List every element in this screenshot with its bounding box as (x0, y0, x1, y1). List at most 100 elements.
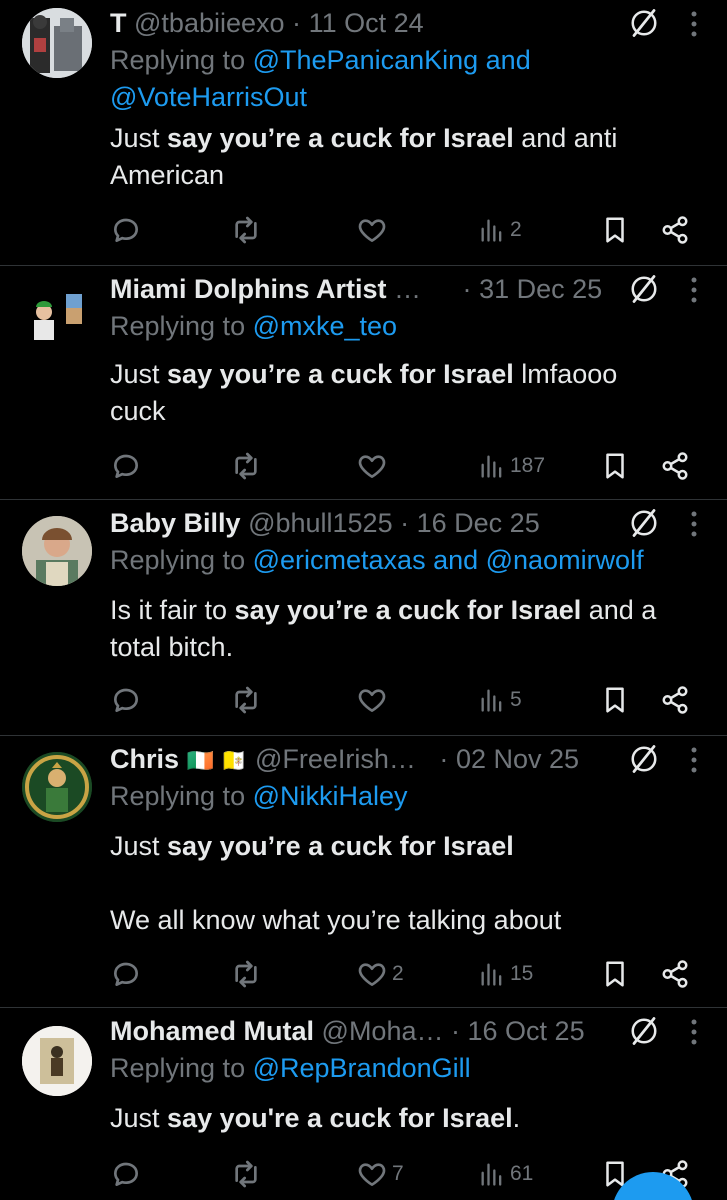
replying-to: Replying to @RepBrandonGill (110, 1050, 697, 1087)
tweet[interactable]: Baby Billy @bhull1525 · 16 Dec 25 Replyi… (0, 500, 727, 736)
views-button[interactable]: 5 (478, 680, 522, 720)
retweet-button[interactable] (230, 680, 262, 720)
user-handle[interactable]: … (394, 274, 421, 304)
share-button[interactable] (660, 954, 690, 994)
tweet-date[interactable]: 02 Nov 25 (456, 744, 579, 774)
text-segment: Just (110, 1103, 168, 1133)
tweet-date[interactable]: 16 Dec 25 (417, 508, 540, 538)
like-button[interactable] (356, 446, 392, 486)
bookmark-button[interactable] (600, 954, 630, 994)
mention-link[interactable]: @ThePanicanKing and (253, 45, 531, 75)
user-handle[interactable]: @Moha… (322, 1016, 444, 1046)
views-button[interactable]: 2 (478, 210, 522, 250)
user-handle[interactable]: @bhull1525 (248, 508, 393, 538)
reply-button[interactable] (110, 1154, 142, 1194)
grok-icon[interactable] (629, 744, 659, 774)
views-icon (478, 686, 506, 714)
display-name[interactable]: Mohamed Mutal (110, 1016, 314, 1046)
bold-text: say you're a cuck for Israel (167, 1103, 513, 1133)
separator-dot: · (462, 274, 472, 304)
bookmark-button[interactable] (600, 446, 630, 486)
reply-button[interactable] (110, 210, 142, 250)
tweet[interactable]: Mohamed Mutal @Moha… · 16 Oct 25 Replyin… (0, 1008, 727, 1200)
replying-to: Replying to @ThePanicanKing and @VoteHar… (110, 42, 697, 116)
avatar[interactable] (22, 516, 92, 586)
tweet[interactable]: Miami Dolphins Artist … · 31 Dec 25 Repl… (0, 266, 727, 500)
share-button[interactable] (660, 680, 690, 720)
like-button[interactable]: 7 (356, 1154, 404, 1194)
mention-link[interactable]: @RepBrandonGill (253, 1053, 471, 1083)
more-icon[interactable] (689, 1018, 699, 1046)
tweet[interactable]: T @tbabiieexo · 11 Oct 24 Replying to @T… (0, 0, 727, 266)
views-button[interactable]: 15 (478, 954, 533, 994)
retweet-button[interactable] (230, 954, 262, 994)
reply-button[interactable] (110, 446, 142, 486)
like-button[interactable] (356, 210, 392, 250)
like-icon (356, 684, 388, 716)
bold-text: say you’re a cuck for Israel (234, 595, 582, 625)
user-handle[interactable]: @FreeIrish… (255, 744, 416, 774)
grok-icon[interactable] (629, 8, 659, 38)
tweet-date[interactable]: 11 Oct 24 (309, 8, 424, 38)
tweet-text: Just say you're a cuck for Israel. (110, 1100, 687, 1137)
mention-link[interactable]: @NikkiHaley (253, 781, 408, 811)
tweet-date[interactable]: 16 Oct 25 (468, 1016, 585, 1046)
mention-link[interactable]: @mxke_teo (253, 311, 397, 341)
action-bar: 2 15 (0, 954, 727, 994)
like-button[interactable]: 2 (356, 954, 404, 994)
separator-dot: · (292, 8, 302, 38)
tweet-date[interactable]: 31 Dec 25 (479, 274, 602, 304)
avatar[interactable] (22, 1026, 92, 1096)
retweet-button[interactable] (230, 210, 262, 250)
views-button[interactable]: 61 (478, 1154, 533, 1194)
tweet-header: T @tbabiieexo · 11 Oct 24 (110, 4, 707, 42)
display-name[interactable]: Baby Billy (110, 508, 241, 538)
text-segment: . (512, 1103, 521, 1133)
bold-text: say you’re a cuck for Israel (167, 831, 514, 861)
tweet-header: Chris 🇮🇪 🇻🇦 @FreeIrish… · 02 Nov 25 (110, 740, 707, 778)
display-name[interactable]: T (110, 8, 127, 38)
replying-to: Replying to @ericmetaxas and @naomirwolf (110, 542, 697, 579)
tweet-text: Just say you’re a cuck for Israel lmfaoo… (110, 356, 687, 430)
avatar[interactable] (22, 752, 92, 822)
reply-icon (110, 684, 142, 716)
display-name[interactable]: Miami Dolphins Artist (110, 274, 387, 304)
tweet-header: Miami Dolphins Artist … · 31 Dec 25 (110, 270, 707, 308)
bookmark-icon (600, 451, 630, 481)
views-icon (478, 216, 506, 244)
display-name[interactable]: Chris (110, 744, 179, 774)
bookmark-button[interactable] (600, 210, 630, 250)
share-icon (660, 685, 690, 715)
share-icon (660, 451, 690, 481)
retweet-button[interactable] (230, 1154, 262, 1194)
avatar[interactable] (22, 8, 92, 78)
tweet-text: Just say you’re a cuck for Israel and an… (110, 120, 687, 194)
mention-link[interactable]: @VoteHarrisOut (110, 82, 307, 112)
views-button[interactable]: 187 (478, 446, 545, 486)
grok-icon[interactable] (629, 508, 659, 538)
replying-label: Replying to (110, 311, 246, 341)
reply-icon (110, 214, 142, 246)
grok-icon[interactable] (629, 1016, 659, 1046)
share-button[interactable] (660, 210, 690, 250)
retweet-button[interactable] (230, 446, 262, 486)
reply-icon (110, 958, 142, 990)
grok-icon[interactable] (629, 274, 659, 304)
like-button[interactable] (356, 680, 392, 720)
avatar[interactable] (22, 282, 92, 352)
views-icon (478, 1160, 506, 1188)
share-button[interactable] (660, 446, 690, 486)
text-segment: cuck (110, 396, 166, 426)
bookmark-button[interactable] (600, 680, 630, 720)
action-bar: 187 (0, 446, 727, 486)
more-icon[interactable] (689, 746, 699, 774)
mention-link[interactable]: @ericmetaxas and @naomirwolf (253, 545, 644, 575)
text-segment: American (110, 160, 225, 190)
reply-button[interactable] (110, 954, 142, 994)
tweet[interactable]: Chris 🇮🇪 🇻🇦 @FreeIrish… · 02 Nov 25 Repl… (0, 736, 727, 1008)
more-icon[interactable] (689, 510, 699, 538)
user-handle[interactable]: @tbabiieexo (134, 8, 285, 38)
reply-button[interactable] (110, 680, 142, 720)
more-icon[interactable] (689, 10, 699, 38)
more-icon[interactable] (689, 276, 699, 304)
